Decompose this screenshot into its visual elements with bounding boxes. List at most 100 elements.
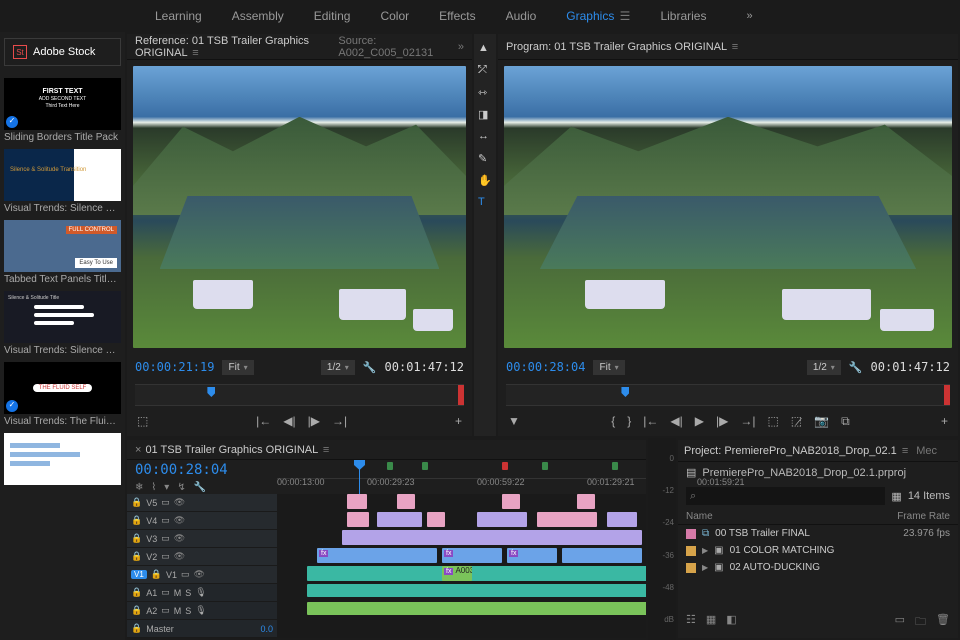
button-editor[interactable]: + <box>941 414 948 428</box>
project-item[interactable]: ▶▣01 COLOR MATCHING <box>678 542 958 559</box>
tab-overflow[interactable]: » <box>458 41 464 53</box>
template-item[interactable]: Silence & Solitude Transition Visual Tre… <box>4 149 121 214</box>
ws-learning[interactable]: Learning <box>155 9 202 23</box>
timeline-ruler[interactable]: 00:00:13:00 00:00:29:23 00:00:59:22 00:0… <box>277 460 646 494</box>
step-back-button[interactable]: ◀| <box>283 414 295 428</box>
new-bin-icon[interactable]: 🗀 <box>915 613 926 632</box>
marker-icon[interactable]: ▾ <box>164 482 169 493</box>
template-item[interactable]: Silence & Solitude Title Visual Trends: … <box>4 291 121 356</box>
wrench-icon[interactable]: 🔧 <box>194 482 206 493</box>
selection-tool-icon[interactable]: ▲ <box>478 42 492 56</box>
timecode-in[interactable]: 00:00:21:19 <box>135 360 214 374</box>
resolution-dropdown[interactable]: 1/2 <box>807 360 841 375</box>
timeline-tracks[interactable]: fx fx fx fxA003 <box>277 494 646 638</box>
ripple-tool-icon[interactable]: ⇿ <box>478 86 492 100</box>
zoom-dropdown[interactable]: Fit <box>222 360 253 375</box>
settings-icon[interactable]: 🔧 <box>363 361 377 374</box>
ws-effects[interactable]: Effects <box>439 9 475 23</box>
pen-tool-icon[interactable]: ✎ <box>478 152 492 166</box>
out-marker[interactable] <box>944 385 950 405</box>
go-in-button[interactable]: |← <box>643 414 658 428</box>
eye-icon[interactable]: 👁 <box>174 497 185 508</box>
lift-button[interactable]: ⬚ <box>767 414 778 428</box>
zoom-dropdown[interactable]: Fit <box>593 360 624 375</box>
toggle-output[interactable]: ▭ <box>161 497 170 508</box>
ws-assembly[interactable]: Assembly <box>232 9 284 23</box>
fx-button[interactable]: ⬚ <box>137 414 148 428</box>
trash-icon[interactable]: 🗑 <box>936 613 950 632</box>
mark-out-button[interactable]: →| <box>332 414 347 428</box>
mark-in-button[interactable]: { <box>611 414 615 428</box>
ws-graphics[interactable]: Graphics ☰ <box>566 9 630 23</box>
ws-color[interactable]: Color <box>380 9 409 23</box>
scrub-bar[interactable] <box>135 384 464 406</box>
project-tab[interactable]: Project: PremierePro_NAB2018_Drop_02.1 ≡ <box>684 445 908 457</box>
mic-icon[interactable]: 🎙 <box>195 587 206 598</box>
comparison-button[interactable]: ⧉ <box>841 414 850 429</box>
resolution-dropdown[interactable]: 1/2 <box>321 360 355 375</box>
out-marker[interactable] <box>458 385 464 405</box>
col-name[interactable]: Name <box>686 511 897 522</box>
stock-icon: St <box>13 45 27 59</box>
extract-button[interactable]: ⬚̷ <box>791 414 802 428</box>
template-item[interactable]: THE FLUID SELF✓ Visual Trends: The Fluid… <box>4 362 121 427</box>
ws-overflow[interactable]: » <box>746 10 752 22</box>
template-thumb: FULL CONTROLEasy To Use <box>4 220 121 272</box>
freeform-view-icon[interactable]: ◧ <box>726 613 736 632</box>
step-fwd-button[interactable]: |▶ <box>716 414 728 428</box>
go-out-button[interactable]: →| <box>740 414 755 428</box>
mark-out-button[interactable]: } <box>627 414 631 428</box>
ws-editing[interactable]: Editing <box>314 9 351 23</box>
panel-menu-icon[interactable]: ≡ <box>192 47 198 59</box>
template-item[interactable]: FIRST TEXTADD SECOND TEXTThird Text Here… <box>4 78 121 143</box>
playhead-icon[interactable] <box>621 387 629 397</box>
play-button[interactable]: ▶ <box>695 414 704 428</box>
source-tab[interactable]: Source: A002_C005_02131 <box>338 35 445 59</box>
link-icon[interactable]: ⌇ <box>151 482 156 493</box>
template-item[interactable] <box>4 433 121 485</box>
lock-icon[interactable]: 🔒 <box>131 497 142 508</box>
chevron-right-icon[interactable]: ▶ <box>702 546 708 555</box>
bin-icon: ▤ <box>686 466 696 479</box>
scrub-bar[interactable] <box>506 384 950 406</box>
adobe-stock-button[interactable]: St Adobe Stock <box>4 38 121 66</box>
icon-view-icon[interactable]: ▦ <box>706 613 716 632</box>
track-select-tool-icon[interactable]: ⤱ <box>478 64 492 78</box>
slip-tool-icon[interactable]: ↔ <box>478 130 492 144</box>
hand-tool-icon[interactable]: ✋ <box>478 174 492 188</box>
chevron-right-icon[interactable]: ▶ <box>702 563 708 572</box>
step-back-button[interactable]: ◀| <box>670 414 682 428</box>
timeline-timecode[interactable]: 00:00:28:04 <box>135 462 277 478</box>
project-search[interactable] <box>686 487 885 505</box>
project-item[interactable]: ⧉00 TSB Trailer FINAL23.976 fps <box>678 525 958 542</box>
marker-button[interactable]: ▼ <box>508 414 520 428</box>
source-patch[interactable]: V1 <box>131 570 147 579</box>
filter-icon[interactable]: ▦ <box>891 490 901 503</box>
mark-in-button[interactable]: |← <box>256 414 271 428</box>
snap-icon[interactable]: ❄ <box>135 482 143 493</box>
item-count: 14 Items <box>908 490 950 502</box>
project-item[interactable]: ▶▣02 AUTO-DUCKING <box>678 559 958 576</box>
razor-tool-icon[interactable]: ◨ <box>478 108 492 122</box>
program-tab[interactable]: Program: 01 TSB Trailer Graphics ORIGINA… <box>506 41 738 53</box>
step-fwd-button[interactable]: |▶ <box>308 414 320 428</box>
type-tool-icon[interactable]: T <box>478 196 492 210</box>
list-view-icon[interactable]: ☷ <box>686 613 696 632</box>
playhead-icon[interactable] <box>207 387 215 397</box>
template-thumb: FIRST TEXTADD SECOND TEXTThird Text Here… <box>4 78 121 130</box>
panel-menu-icon[interactable]: ≡ <box>732 41 738 53</box>
timecode-in[interactable]: 00:00:28:04 <box>506 360 585 374</box>
button-editor[interactable]: + <box>455 414 462 428</box>
program-viewer[interactable] <box>504 66 952 348</box>
new-item-icon[interactable]: ▭ <box>895 613 905 632</box>
reference-viewer[interactable] <box>133 66 466 348</box>
col-framerate[interactable]: Frame Rate <box>897 511 950 522</box>
ws-libraries[interactable]: Libraries <box>660 9 706 23</box>
reference-tab[interactable]: Reference: 01 TSB Trailer Graphics ORIGI… <box>135 35 326 59</box>
template-item[interactable]: FULL CONTROLEasy To Use Tabbed Text Pane… <box>4 220 121 285</box>
ws-audio[interactable]: Audio <box>506 9 537 23</box>
settings-icon[interactable]: 🔧 <box>849 361 863 374</box>
sequence-tab[interactable]: ×01 TSB Trailer Graphics ORIGINAL ≡ <box>135 444 329 456</box>
export-frame-button[interactable]: 📷 <box>814 414 829 428</box>
settings-icon[interactable]: ↯ <box>177 482 185 493</box>
